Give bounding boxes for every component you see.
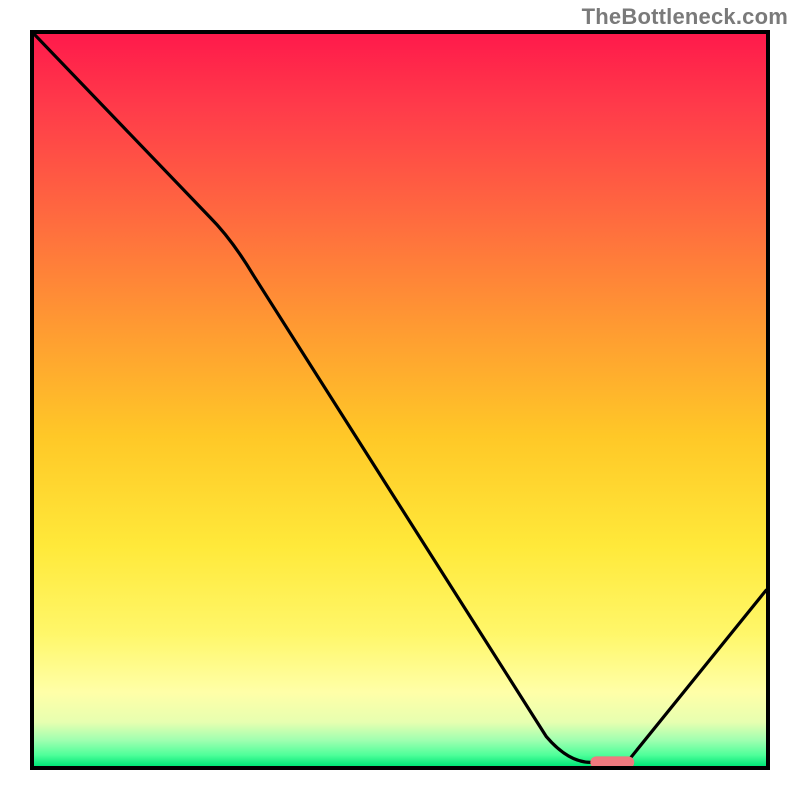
optimal-range-marker <box>590 756 634 766</box>
plot-frame <box>30 30 770 770</box>
chart-container: TheBottleneck.com <box>0 0 800 800</box>
plot-svg <box>34 34 766 766</box>
gradient-background <box>34 34 766 766</box>
watermark-text: TheBottleneck.com <box>582 4 788 30</box>
